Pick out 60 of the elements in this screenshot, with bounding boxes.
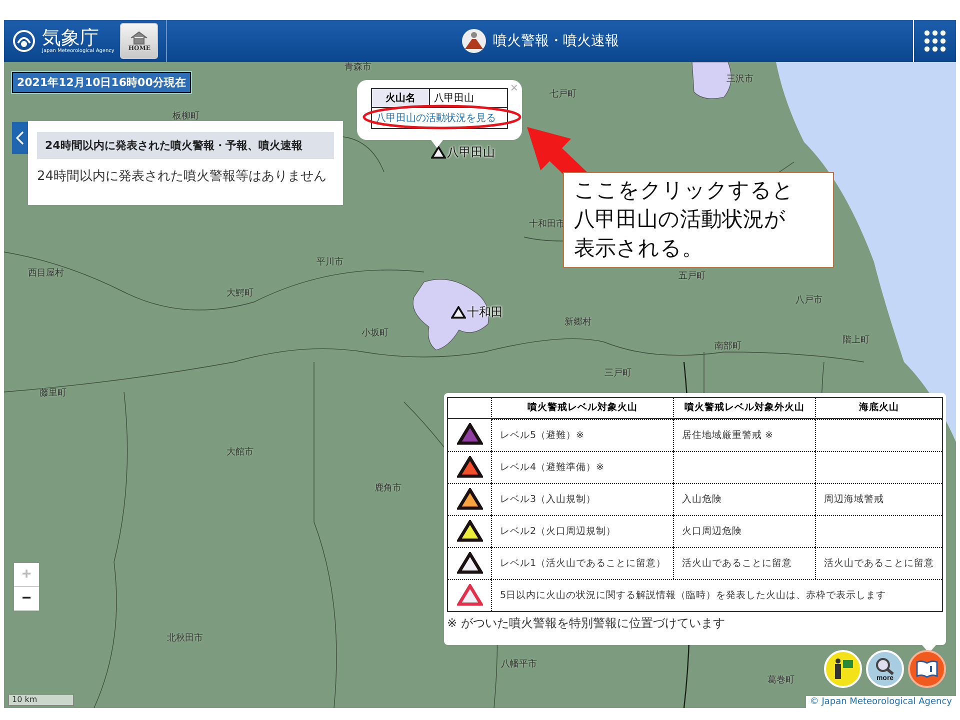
legend-footnote: ※ がついた噴火警報を特別警報に位置づけています	[447, 615, 726, 632]
place-label: 小坂町	[362, 327, 388, 340]
search-icon	[875, 656, 895, 674]
volcano-marker-icon[interactable]	[451, 306, 466, 319]
panel-heading: 24時間以内に発表された噴火警報・予報、噴火速報	[37, 132, 334, 159]
legend-cell: 5日以内に火山の状況に関する解説情報（臨時）を発表した火山は、赤枠で表示します	[491, 579, 942, 611]
legend-cell: 火口周辺危険	[673, 515, 815, 547]
legend-cell: 活火山であることに留意	[815, 547, 942, 579]
place-label: 葛巻町	[768, 674, 794, 686]
legend-cell: レベル3（入山規制）	[491, 483, 673, 515]
legend-cell: レベル4（避難準備）※	[491, 451, 673, 483]
chevron-icon	[15, 130, 25, 146]
place-label: 新郷村	[564, 316, 592, 328]
place-label: 鹿角市	[374, 482, 402, 494]
agency-logo-icon	[12, 29, 36, 53]
place-label: 板柳町	[172, 110, 200, 122]
place-label: 七戸町	[550, 88, 576, 100]
timestamp: 2021年12月10日16時00分現在	[12, 72, 191, 93]
legend-cell: レベル5（避難）※	[491, 419, 673, 451]
place-label: 五戸町	[678, 270, 706, 282]
place-label: 南部町	[714, 340, 742, 352]
volcano-icon	[461, 28, 488, 54]
annotation-text: 表示される。	[574, 235, 704, 262]
legend-cell: 入山危険	[673, 483, 815, 515]
legend-cell: 周辺海域警戒	[815, 483, 942, 515]
annotation-text: ここをクリックすると	[574, 177, 795, 204]
place-label: 大鰐町	[226, 287, 254, 300]
activity-link[interactable]: 八甲田山の活動状況を見る	[372, 108, 507, 128]
panel-toggle-button[interactable]	[12, 122, 28, 154]
place-label: 藤里町	[40, 387, 66, 400]
volcano-marker-icon[interactable]	[431, 146, 446, 159]
place-label: 西目屋村	[28, 267, 64, 280]
page-title[interactable]: 噴火警報・噴火速報	[493, 32, 620, 50]
legend-column-header: 噴火警戒レベル対象外火山	[673, 398, 815, 419]
volcano-label: 八甲田山	[447, 144, 495, 161]
book-icon	[916, 660, 938, 678]
legend-cell: 活火山であることに留意	[673, 547, 815, 579]
annotation-text: 八甲田山の活動状況が	[574, 206, 787, 233]
scale-bar: 10 km	[8, 695, 74, 706]
place-label: 八戸市	[796, 294, 822, 306]
place-label: 三戸町	[604, 368, 632, 380]
copyright-text: © Japan Meteorological Agency	[806, 696, 956, 708]
place-label: 階上町	[842, 334, 870, 346]
popup-label: 火山名	[372, 89, 430, 108]
place-label: 八幡平市	[501, 658, 537, 670]
grid-menu-icon	[923, 29, 947, 53]
legend-column-header: 噴火警戒レベル対象火山	[491, 398, 673, 419]
place-label: 北秋田市	[167, 632, 203, 644]
legend-cell: レベル2（火口周辺規制）	[491, 515, 673, 547]
house-icon	[130, 30, 148, 44]
legend-cell: 居住地域厳重警戒 ※	[673, 419, 815, 451]
legend-column-header: 海底火山	[815, 398, 942, 419]
popup-value: 八甲田山	[430, 89, 507, 108]
panel-message: 24時間以内に発表された噴火警報等はありません	[37, 168, 328, 185]
legend-cell: レベル1（活火山であることに留意）	[491, 547, 673, 579]
place-label: 十和田市	[529, 218, 565, 230]
place-label: 青森市	[344, 62, 372, 74]
place-label: 大館市	[226, 446, 254, 458]
place-label: 平川市	[316, 256, 344, 268]
logo-text: 気象庁	[42, 28, 99, 48]
